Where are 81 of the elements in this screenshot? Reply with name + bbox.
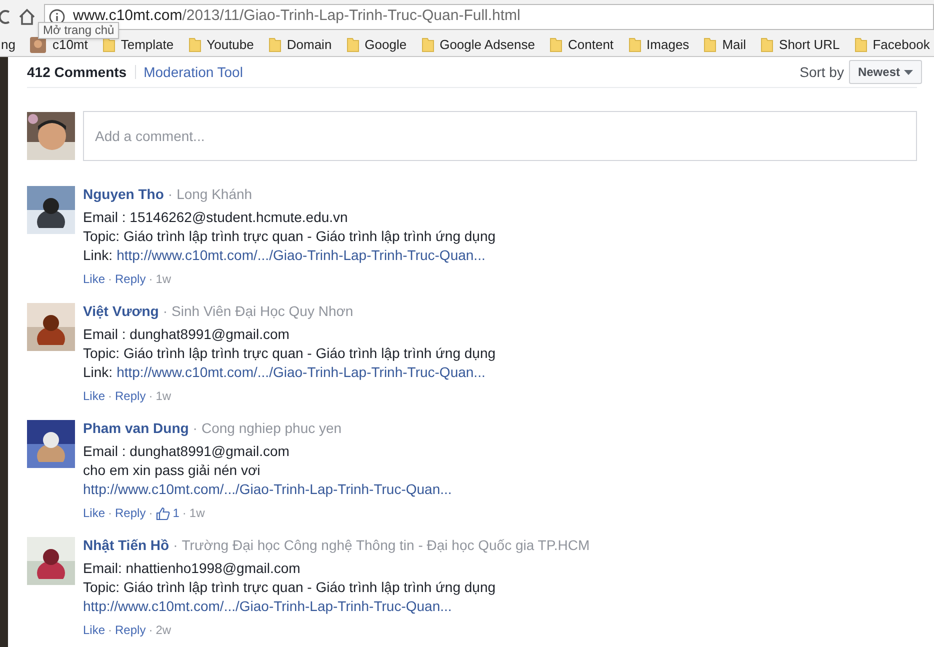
reply-link[interactable]: Reply	[115, 504, 146, 523]
separator-dot: ·	[173, 536, 178, 555]
comment-link[interactable]: http://www.c10mt.com/.../Giao-Trinh-Lap-Trinh-Truc-Quan...	[83, 480, 452, 499]
folder-icon	[550, 38, 562, 52]
bookmark[interactable]: Google	[346, 34, 407, 54]
separator-dot: ·	[162, 302, 168, 321]
separator-dot: ·	[148, 271, 153, 288]
comment-text: Email : 15146262@student.hcmute.edu.vn	[83, 208, 349, 227]
separator-dot: ·	[192, 419, 198, 438]
like-link[interactable]: Like	[83, 504, 106, 523]
comment-time: 2w	[156, 622, 172, 639]
thumbs-up-icon	[156, 507, 170, 520]
reload-icon[interactable]	[0, 8, 10, 24]
bookmark[interactable]: Content	[550, 34, 614, 54]
folder-icon	[628, 38, 641, 52]
bookmark[interactable]: Images	[628, 34, 690, 54]
bookmark[interactable]: Domain	[268, 34, 332, 54]
separator-dot: ·	[108, 271, 112, 288]
comment-text: Topic: Giáo trình lập trình trực quan - Giáo trình lập trình ứng dụng	[83, 227, 496, 246]
separator-dot: ·	[108, 388, 112, 405]
bookmark[interactable]: Facebook	[854, 34, 930, 54]
comment-text: Email : dunghat8991@gmail.com	[83, 442, 290, 461]
author-location: Long Khánh	[176, 185, 252, 204]
author-name[interactable]: Việt Vương	[83, 302, 159, 321]
separator-dot: ·	[168, 185, 173, 204]
bookmark[interactable]: Mail	[704, 34, 746, 54]
comment-time: 1w	[156, 271, 172, 288]
caret-icon	[904, 70, 913, 74]
author-location: Trường Đại học Công nghệ Thông tin - Đại học Quốc gia TP.HCM	[182, 536, 590, 555]
comment-link[interactable]: http://www.c10mt.com/.../Giao-Trinh-Lap-Trinh-Truc-Quan...	[116, 246, 486, 265]
folder-icon	[102, 38, 115, 52]
separator-dot: ·	[108, 505, 112, 522]
home-icon[interactable]	[18, 8, 36, 26]
separator-dot: ·	[108, 622, 112, 639]
folder-icon	[422, 38, 434, 52]
url-text: www.c10mt.com/2013/11/Giao-Trinh-Lap-Trinh-Truc-Quan-Full.html	[73, 6, 520, 25]
folder-icon	[854, 38, 867, 52]
separator-dot: ·	[148, 388, 153, 405]
comment-time: 1w	[189, 505, 205, 522]
comment-text: Topic: Giáo trình lập trình trực quan - Giáo trình lập trình ứng dụng	[83, 578, 497, 597]
bookmark[interactable]: ng	[1, 34, 16, 54]
site-icon	[30, 36, 46, 52]
comment-link[interactable]: http://www.c10mt.com/.../Giao-Trinh-Lap-Trinh-Truc-Quan...	[83, 597, 452, 616]
separator-dot: ·	[182, 505, 186, 522]
reply-link[interactable]: Reply	[115, 621, 146, 640]
sort-label: Sort by	[800, 62, 844, 82]
author-name[interactable]: Pham van Dung	[83, 419, 189, 438]
folder-icon	[704, 38, 716, 52]
bookmark[interactable]: Google Adsense	[422, 34, 535, 54]
like-link[interactable]: Like	[83, 621, 106, 640]
separator-dot: ·	[148, 622, 153, 639]
like-link[interactable]: Like	[83, 270, 106, 289]
comment-count: 412 Comments	[27, 62, 127, 82]
link-label: Link:	[83, 363, 113, 382]
tooltip: Mở trang chủ	[38, 22, 120, 39]
author-location: Cong nghiep phuc yen	[201, 419, 342, 438]
comment-input[interactable]: Add a comment...	[83, 111, 917, 161]
author-name[interactable]: Nguyen Tho	[83, 185, 164, 204]
folder-icon	[188, 38, 201, 52]
info-icon[interactable]	[49, 8, 65, 24]
comment-time: 1w	[156, 388, 172, 405]
comment-link[interactable]: http://www.c10mt.com/.../Giao-Trinh-Lap-Trinh-Truc-Quan...	[116, 363, 486, 382]
author-name[interactable]: Nhật Tiến Hồ	[83, 536, 170, 555]
separator-dot: ·	[148, 505, 153, 522]
like-count: 1	[172, 505, 180, 522]
folder-icon	[268, 38, 281, 52]
comment-text: Email : dunghat8991@gmail.com	[83, 325, 290, 344]
like-link[interactable]: Like	[83, 387, 106, 406]
reply-link[interactable]: Reply	[115, 387, 146, 406]
folder-icon	[761, 38, 774, 52]
link-label: Link:	[83, 246, 113, 265]
comment-text: Email: nhattienho1998@gmail.com	[83, 559, 302, 578]
bookmark[interactable]: Youtube	[188, 34, 254, 54]
bookmark[interactable]: Short URL	[761, 34, 840, 54]
sort-dropdown[interactable]: Newest	[848, 60, 922, 84]
reply-link[interactable]: Reply	[115, 270, 146, 289]
comment-text: cho em xin pass giải nén vơi	[83, 461, 262, 480]
folder-icon	[346, 38, 359, 52]
moderation-link[interactable]: Moderation Tool	[144, 62, 243, 82]
author-location: Sinh Viên Đại Học Quy Nhơn	[172, 302, 354, 321]
comment-text: Topic: Giáo trình lập trình trực quan - Giáo trình lập trình ứng dụng	[83, 344, 496, 363]
